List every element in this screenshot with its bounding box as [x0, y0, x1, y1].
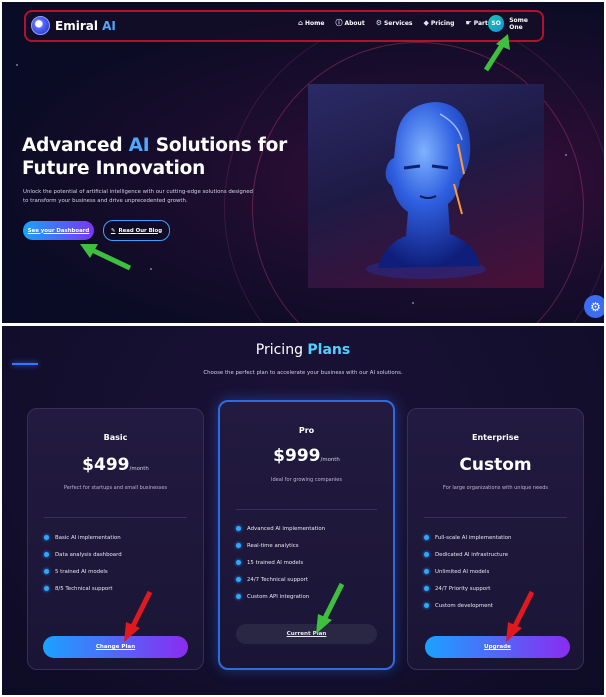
plan-description: Perfect for startups and small businesse… [63, 485, 168, 491]
upgrade-button[interactable]: Upgrade [425, 636, 570, 658]
nav-links: ⌂Home ⓘAbout ⚙Services ◆Pricing ☛Partner… [298, 18, 503, 28]
bullet-icon [236, 594, 241, 599]
user-name: Some One [509, 16, 528, 31]
bullet-icon [424, 552, 429, 557]
nav-link-services[interactable]: ⚙ Services [376, 18, 413, 28]
plan-price: $999/month [273, 446, 340, 466]
bullet-icon [236, 543, 241, 548]
divider [44, 517, 187, 518]
hero-section: Emiral AI ⌂ Home ⓘ About ⚙ Services ◆ Pricin… [2, 2, 604, 323]
annotation-arrow-red [506, 590, 535, 642]
pricing-subtitle: Choose the perfect plan to accelerate yo… [203, 370, 403, 376]
nav-link-about[interactable]: ⓘ About [335, 18, 364, 28]
bullet-icon [236, 526, 241, 531]
logo-icon [31, 16, 50, 35]
blog-button[interactable]: ✎ Read Our Blog [103, 220, 170, 241]
bullet-icon [424, 569, 429, 574]
avatar: SO [488, 15, 505, 32]
bullet-icon [236, 577, 241, 582]
nav-link-pricing[interactable]: ◆ Pricing [423, 18, 454, 28]
annotation-arrow-red [124, 590, 153, 642]
hero-description: Unlock the potential of artificial intel… [23, 189, 253, 204]
dashboard-button[interactable]: See your Dashboard [23, 221, 94, 240]
plan-name: Basic [103, 433, 128, 442]
feature-item: Real-time analytics [236, 537, 325, 554]
robot-head-illustration [366, 102, 486, 279]
feature-list: Basic AI implementation Data analysis da… [44, 529, 122, 597]
bullet-icon [424, 586, 429, 591]
feature-item: Unlimited AI models [424, 563, 511, 580]
bullet-icon [44, 586, 49, 591]
bullet-icon [424, 535, 429, 540]
bullet-icon [424, 603, 429, 608]
feature-item: 5 trained AI models [44, 563, 122, 580]
feature-list: Full-scale AI implementation Dedicated A… [424, 529, 511, 614]
plan-name: Pro [298, 426, 315, 435]
annotation-arrow-green [80, 244, 132, 271]
plan-description: For large organizations with unique need… [443, 485, 548, 491]
hero-title: Advanced AI Solutions for Future Innovat… [22, 135, 288, 179]
star-decoration [150, 268, 152, 270]
pricing-section: Pricing Plans Choose the perfect plan to… [2, 326, 604, 695]
gear-icon: ⚙ [590, 299, 601, 314]
plan-price: Custom [459, 455, 532, 475]
divider [424, 517, 567, 518]
plan-description: Ideal for growing companies [271, 477, 342, 483]
navbar: Emiral AI ⌂ Home ⓘ About ⚙ Services ◆ Pricin… [24, 10, 544, 42]
star-decoration [412, 302, 414, 304]
bullet-icon [44, 552, 49, 557]
plan-name: Enterprise [472, 433, 519, 442]
feature-item: Advanced AI implementation [236, 520, 325, 537]
services-icon: ⚙ [375, 19, 382, 27]
ai-head-image [308, 84, 544, 288]
feature-item: Dedicated AI infrastructure [424, 546, 511, 563]
decorative-line [12, 363, 38, 365]
feature-item: Custom development [424, 597, 511, 614]
logo[interactable]: Emiral AI [31, 16, 116, 35]
plan-card-enterprise: Enterprise Custom For large organization… [407, 408, 584, 670]
annotation-arrow-green [483, 34, 510, 72]
current-plan-button[interactable]: Current Plan [236, 624, 377, 644]
bullet-icon [236, 560, 241, 565]
tag-icon: ◆ [423, 19, 429, 27]
feature-item: 15 trained AI models [236, 554, 325, 571]
home-icon: ⌂ [298, 19, 304, 27]
change-plan-button[interactable]: Change Plan [43, 636, 188, 658]
settings-fab[interactable]: ⚙ [584, 295, 604, 318]
feature-item: Data analysis dashboard [44, 546, 122, 563]
star-decoration [16, 64, 18, 66]
star-decoration [565, 154, 567, 156]
logo-text: Emiral AI [55, 18, 116, 33]
annotation-arrow-green [316, 582, 345, 634]
blog-icon: ✎ [110, 227, 116, 234]
feature-item: 8/5 Technical support [44, 580, 122, 597]
plan-price: $499/month [82, 455, 149, 475]
bullet-icon [44, 535, 49, 540]
handshake-icon: ☛ [465, 19, 472, 27]
pricing-title: Pricing Plans [255, 342, 351, 358]
divider [236, 509, 377, 510]
plan-card-pro: Pro $999/month Ideal for growing compani… [218, 400, 395, 670]
feature-item: 24/7 Priority support [424, 580, 511, 597]
user-menu[interactable]: SO Some One [488, 15, 542, 32]
info-icon: ⓘ [335, 19, 343, 27]
bullet-icon [44, 569, 49, 574]
nav-link-home[interactable]: ⌂ Home [298, 18, 324, 28]
feature-item: Full-scale AI implementation [424, 529, 511, 546]
feature-item: Basic AI implementation [44, 529, 122, 546]
plan-card-basic: Basic $499/month Perfect for startups an… [27, 408, 204, 670]
